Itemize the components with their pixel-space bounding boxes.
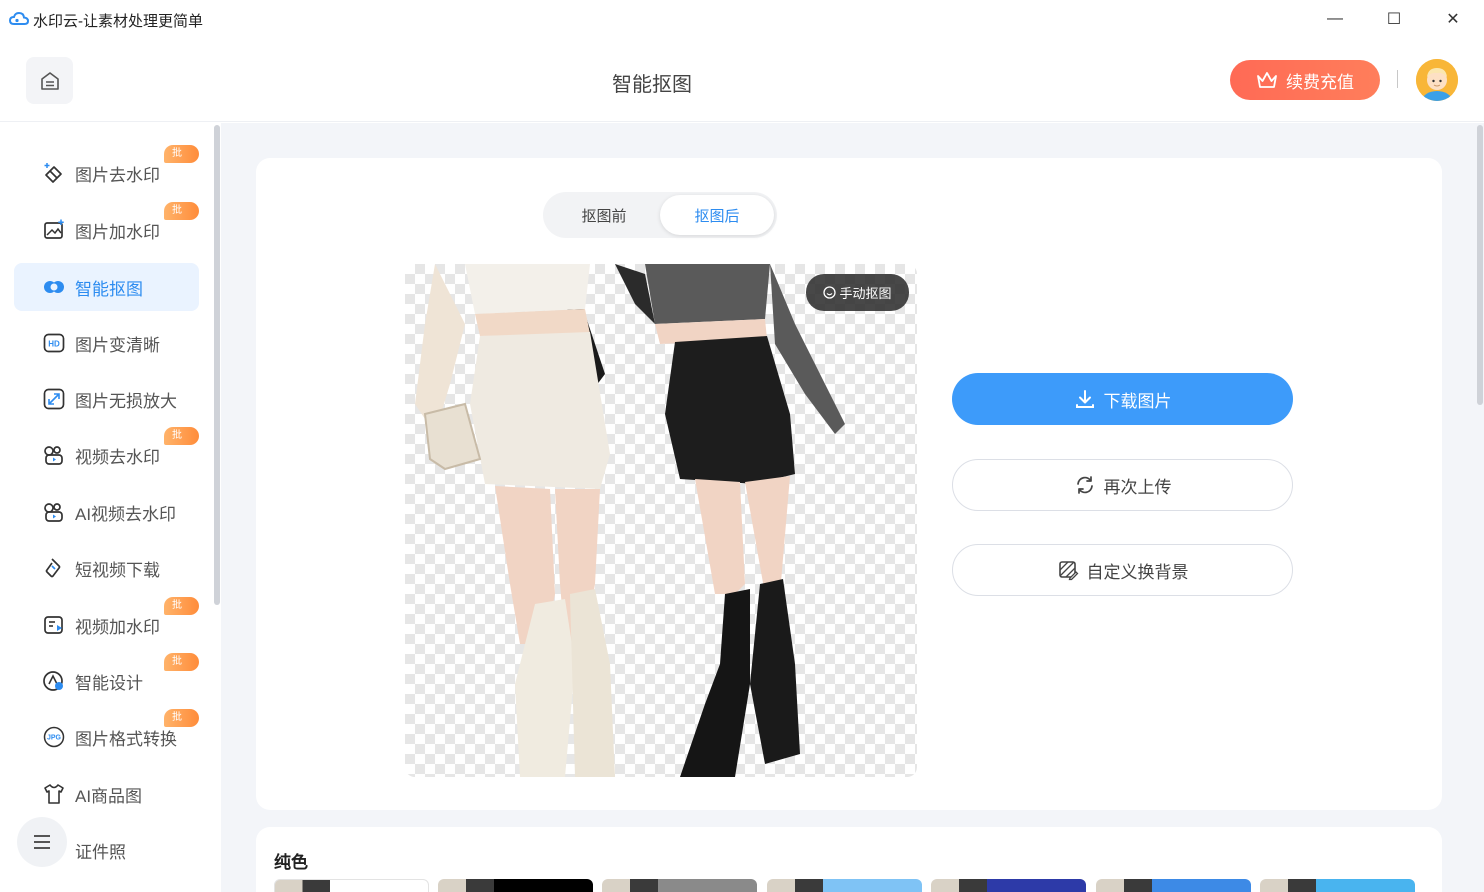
manual-cutout-label: 手动抠图 — [839, 286, 892, 301]
main-scroll-thumb[interactable] — [1477, 125, 1483, 405]
link-download-icon — [42, 556, 66, 580]
sidebar-item-remove-image-watermark[interactable]: 图片去水印 批量 — [14, 145, 199, 197]
tshirt-icon — [42, 782, 66, 806]
avatar[interactable] — [1416, 59, 1458, 101]
svg-text:HD: HD — [48, 340, 60, 349]
user-avatar-icon — [1416, 59, 1458, 101]
recharge-label: 续费充值 — [1286, 72, 1354, 92]
sidebar-item-ai-video-watermark[interactable]: AI视频去水印 — [14, 488, 199, 536]
app-title: 水印云-让素材处理更简单 — [33, 13, 203, 30]
sidebar-item-format-convert[interactable]: JPG 图片格式转换 批量 — [14, 709, 199, 761]
custom-background-button[interactable]: 自定义换背景 — [952, 544, 1293, 596]
sidebar-item-short-video-download[interactable]: 短视频下载 — [14, 544, 199, 592]
batch-badge: 批量 — [164, 597, 199, 629]
sidebar-item-smart-cutout[interactable]: 智能抠图 — [14, 263, 199, 311]
swatch-light-blue[interactable] — [767, 879, 922, 892]
page-title: 智能抠图 — [612, 74, 692, 96]
video-add-icon — [42, 613, 66, 637]
swatch-gray[interactable] — [602, 879, 757, 892]
download-image-button[interactable]: 下载图片 — [952, 373, 1293, 425]
sidebar-item-label: 智能设计 — [75, 673, 143, 693]
design-icon — [42, 669, 66, 693]
swatch-white[interactable] — [274, 879, 429, 892]
title-bar: 水印云-让素材处理更简单 — ☐ ✕ — [0, 0, 1484, 38]
sidebar-item-add-video-watermark[interactable]: 视频加水印 批量 — [14, 597, 199, 649]
maximize-button[interactable]: ☐ — [1374, 4, 1414, 34]
sidebar-scroll-thumb[interactable] — [214, 125, 220, 605]
batch-badge: 批量 — [164, 709, 199, 741]
eraser-icon — [42, 161, 66, 185]
batch-badge: 批量 — [164, 653, 199, 685]
custom-background-label: 自定义换背景 — [1086, 562, 1189, 582]
sidebar-item-enhance[interactable]: HD 图片变清晰 — [14, 319, 199, 367]
refresh-icon — [1076, 476, 1093, 494]
svg-text:JPG: JPG — [47, 735, 62, 742]
hd-icon: HD — [42, 331, 66, 355]
sidebar-item-lossless-enlarge[interactable]: 图片无损放大 — [14, 375, 199, 423]
header: 智能抠图 续费充值 — [0, 38, 1484, 122]
sidebar-item-label: 视频加水印 — [75, 617, 160, 637]
minimize-button[interactable]: — — [1315, 4, 1355, 34]
sidebar-item-label: 图片变清晰 — [75, 335, 160, 355]
tab-before-cutout[interactable]: 抠图前 — [547, 195, 661, 235]
tab-after-cutout[interactable]: 抠图后 — [660, 195, 774, 235]
reupload-button[interactable]: 再次上传 — [952, 459, 1293, 511]
crown-icon — [1257, 72, 1277, 88]
cutout-icon — [42, 275, 66, 299]
jpg-icon: JPG — [42, 725, 66, 749]
recharge-button[interactable]: 续费充值 — [1230, 60, 1380, 100]
smile-icon — [823, 286, 837, 299]
swatch-blue[interactable] — [1096, 879, 1251, 892]
sidebar-item-label: 图片去水印 — [75, 165, 160, 185]
sidebar-item-smart-design[interactable]: 智能设计 批量 — [14, 653, 199, 705]
reupload-label: 再次上传 — [1103, 477, 1172, 497]
sidebar: 图片去水印 批量 图片加水印 批量 智能抠图 HD 图片变清晰 图片无损放大 视… — [0, 123, 221, 892]
download-icon — [1075, 390, 1094, 408]
sidebar-item-label: 证件照 — [75, 842, 126, 862]
batch-badge: 批量 — [164, 427, 199, 459]
collapse-sidebar-button[interactable] — [17, 817, 67, 867]
sidebar-item-label: 图片格式转换 — [75, 729, 177, 749]
cloud-logo-icon — [9, 11, 29, 25]
swatch-navy[interactable] — [931, 879, 1086, 892]
solid-color-title: 纯色 — [274, 853, 308, 872]
sidebar-item-add-image-watermark[interactable]: 图片加水印 批量 — [14, 202, 199, 254]
sidebar-item-label: 短视频下载 — [75, 560, 160, 580]
batch-badge: 批量 — [164, 202, 199, 234]
sidebar-item-label: 图片无损放大 — [75, 391, 177, 411]
menu-icon — [34, 835, 50, 849]
image-add-icon — [42, 218, 66, 242]
sidebar-item-label: 视频去水印 — [75, 447, 160, 467]
cutout-preview-image — [405, 264, 917, 777]
sidebar-item-label: AI商品图 — [75, 786, 143, 806]
swatch-sky-blue[interactable] — [1260, 879, 1415, 892]
swatch-black[interactable] — [438, 879, 593, 892]
background-edit-icon — [1058, 561, 1078, 581]
sidebar-item-remove-video-watermark[interactable]: 视频去水印 批量 — [14, 427, 199, 479]
ai-video-icon — [42, 500, 66, 524]
close-button[interactable]: ✕ — [1433, 4, 1473, 34]
download-image-label: 下载图片 — [1103, 391, 1172, 411]
header-divider — [1397, 70, 1398, 88]
before-after-toggle: 抠图前 抠图后 — [543, 192, 777, 238]
sidebar-item-label: 智能抠图 — [75, 279, 143, 299]
video-eraser-icon — [42, 443, 66, 467]
sidebar-item-label: 图片加水印 — [75, 222, 160, 242]
batch-badge: 批量 — [164, 145, 199, 177]
enlarge-icon — [42, 387, 66, 411]
manual-cutout-button[interactable]: 手动抠图 — [806, 274, 909, 311]
sidebar-item-label: AI视频去水印 — [75, 504, 177, 524]
sidebar-item-ai-product-image[interactable]: AI商品图 — [14, 770, 199, 818]
